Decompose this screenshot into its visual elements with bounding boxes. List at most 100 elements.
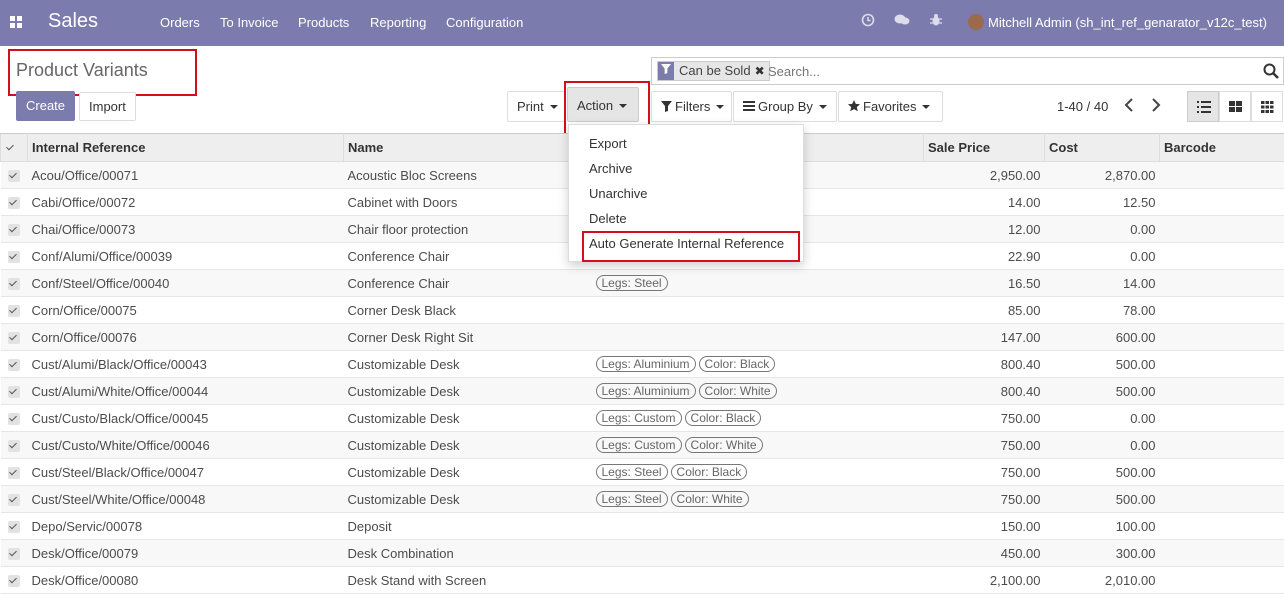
cell-barcode xyxy=(1160,432,1284,459)
caret-down-icon xyxy=(922,105,930,109)
attribute-tag: Legs: Steel xyxy=(596,491,668,507)
cell-sale-price: 450.00 xyxy=(924,540,1045,567)
search-bar[interactable]: Can be Sold ✖ xyxy=(651,57,1284,85)
table-row[interactable]: Cust/Custo/Black/Office/00045Customizabl… xyxy=(1,405,1284,432)
cell-internal-reference: Cust/Steel/Black/Office/00047 xyxy=(28,459,344,486)
menu-to-invoice[interactable]: To Invoice xyxy=(220,15,279,30)
table-row[interactable]: Desk/Office/00079Desk Combination450.003… xyxy=(1,540,1284,567)
row-checkbox[interactable] xyxy=(1,216,28,243)
menu-products[interactable]: Products xyxy=(298,15,349,30)
filter-icon xyxy=(661,101,672,112)
cell-attributes xyxy=(592,297,924,324)
row-checkbox[interactable] xyxy=(1,486,28,513)
search-input[interactable] xyxy=(768,64,1248,79)
row-checkbox[interactable] xyxy=(1,513,28,540)
activity-clock-icon[interactable] xyxy=(859,13,877,31)
cell-cost: 0.00 xyxy=(1045,432,1160,459)
cell-barcode xyxy=(1160,513,1284,540)
row-checkbox[interactable] xyxy=(1,297,28,324)
cell-attributes xyxy=(592,567,924,594)
cell-name: Conference Chair xyxy=(344,243,592,270)
attribute-tag: Color: Black xyxy=(699,356,776,372)
highlight-box-title xyxy=(8,49,197,96)
table-row[interactable]: Desk/Office/00080Desk Stand with Screen2… xyxy=(1,567,1284,594)
pager-previous-icon[interactable] xyxy=(1124,98,1134,116)
pager-value[interactable]: 1-40 / 40 xyxy=(1057,99,1108,114)
search-icon[interactable] xyxy=(1263,63,1279,79)
cell-cost: 500.00 xyxy=(1045,459,1160,486)
column-cost[interactable]: Cost xyxy=(1045,134,1160,162)
row-checkbox[interactable] xyxy=(1,540,28,567)
debug-bug-icon[interactable] xyxy=(927,13,945,31)
row-checkbox[interactable] xyxy=(1,351,28,378)
attribute-tag: Legs: Steel xyxy=(596,464,668,480)
cell-sale-price: 22.90 xyxy=(924,243,1045,270)
row-checkbox[interactable] xyxy=(1,162,28,189)
facet-remove-icon[interactable]: ✖ xyxy=(755,62,765,80)
row-checkbox[interactable] xyxy=(1,459,28,486)
app-brand[interactable]: Sales xyxy=(48,10,98,33)
row-checkbox[interactable] xyxy=(1,405,28,432)
attribute-tag: Legs: Steel xyxy=(596,275,668,291)
row-checkbox[interactable] xyxy=(1,324,28,351)
row-checkbox[interactable] xyxy=(1,432,28,459)
cell-internal-reference: Conf/Steel/Office/00040 xyxy=(28,270,344,297)
cell-attributes xyxy=(592,513,924,540)
caret-down-icon xyxy=(550,105,558,109)
cell-sale-price: 147.00 xyxy=(924,324,1045,351)
cell-attributes: Legs: AluminiumColor: Black xyxy=(592,351,924,378)
cell-barcode xyxy=(1160,162,1284,189)
row-checkbox[interactable] xyxy=(1,567,28,594)
menu-configuration[interactable]: Configuration xyxy=(446,15,523,30)
table-row[interactable]: Depo/Servic/00078Deposit150.00100.00 xyxy=(1,513,1284,540)
table-row[interactable]: Cust/Custo/White/Office/00046Customizabl… xyxy=(1,432,1284,459)
pager-next-icon[interactable] xyxy=(1151,98,1161,116)
search-facet: Can be Sold ✖ xyxy=(657,61,770,81)
row-checkbox[interactable] xyxy=(1,243,28,270)
group-by-label: Group By xyxy=(758,99,813,114)
row-checkbox[interactable] xyxy=(1,189,28,216)
kanban-view-button[interactable] xyxy=(1219,91,1251,122)
select-all-checkbox[interactable] xyxy=(1,134,28,162)
menu-item-delete[interactable]: Delete xyxy=(589,211,627,226)
filters-label: Filters xyxy=(675,99,710,114)
user-menu[interactable]: Mitchell Admin (sh_int_ref_genarator_v12… xyxy=(968,14,1267,30)
column-name[interactable]: Name xyxy=(344,134,592,162)
cell-sale-price: 800.40 xyxy=(924,378,1045,405)
cell-name: Deposit xyxy=(344,513,592,540)
cell-name: Cabinet with Doors xyxy=(344,189,592,216)
cell-name: Customizable Desk xyxy=(344,351,592,378)
menu-item-export[interactable]: Export xyxy=(589,136,627,151)
column-barcode[interactable]: Barcode xyxy=(1160,134,1284,162)
menu-orders[interactable]: Orders xyxy=(160,15,200,30)
import-button[interactable]: Import xyxy=(79,92,136,121)
table-row[interactable]: Cust/Alumi/Black/Office/00043Customizabl… xyxy=(1,351,1284,378)
print-dropdown-button[interactable]: Print xyxy=(507,91,566,122)
column-internal-reference[interactable]: Internal Reference xyxy=(28,134,344,162)
table-row[interactable]: Cust/Alumi/White/Office/00044Customizabl… xyxy=(1,378,1284,405)
row-checkbox[interactable] xyxy=(1,270,28,297)
favorites-dropdown-button[interactable]: Favorites xyxy=(838,91,943,122)
top-navbar: Sales Orders To Invoice Products Reporti… xyxy=(0,0,1284,46)
table-row[interactable]: Cust/Steel/Black/Office/00047Customizabl… xyxy=(1,459,1284,486)
table-row[interactable]: Corn/Office/00076Corner Desk Right Sit14… xyxy=(1,324,1284,351)
cell-barcode xyxy=(1160,378,1284,405)
list-view-button[interactable] xyxy=(1187,91,1219,122)
row-checkbox[interactable] xyxy=(1,378,28,405)
facet-label: Can be Sold xyxy=(679,63,751,78)
menu-item-unarchive[interactable]: Unarchive xyxy=(589,186,648,201)
table-row[interactable]: Conf/Steel/Office/00040Conference ChairL… xyxy=(1,270,1284,297)
create-button[interactable]: Create xyxy=(16,91,75,121)
messaging-chat-icon[interactable] xyxy=(893,13,911,31)
menu-reporting[interactable]: Reporting xyxy=(370,15,426,30)
column-sale-price[interactable]: Sale Price xyxy=(924,134,1045,162)
caret-down-icon xyxy=(716,105,724,109)
apps-menu-icon[interactable] xyxy=(10,16,23,29)
filters-dropdown-button[interactable]: Filters xyxy=(651,91,732,122)
table-row[interactable]: Cust/Steel/White/Office/00048Customizabl… xyxy=(1,486,1284,513)
menu-item-archive[interactable]: Archive xyxy=(589,161,632,176)
cell-name: Corner Desk Black xyxy=(344,297,592,324)
group-by-dropdown-button[interactable]: Group By xyxy=(733,91,837,122)
grid-view-button[interactable] xyxy=(1251,91,1283,122)
table-row[interactable]: Corn/Office/00075Corner Desk Black85.007… xyxy=(1,297,1284,324)
